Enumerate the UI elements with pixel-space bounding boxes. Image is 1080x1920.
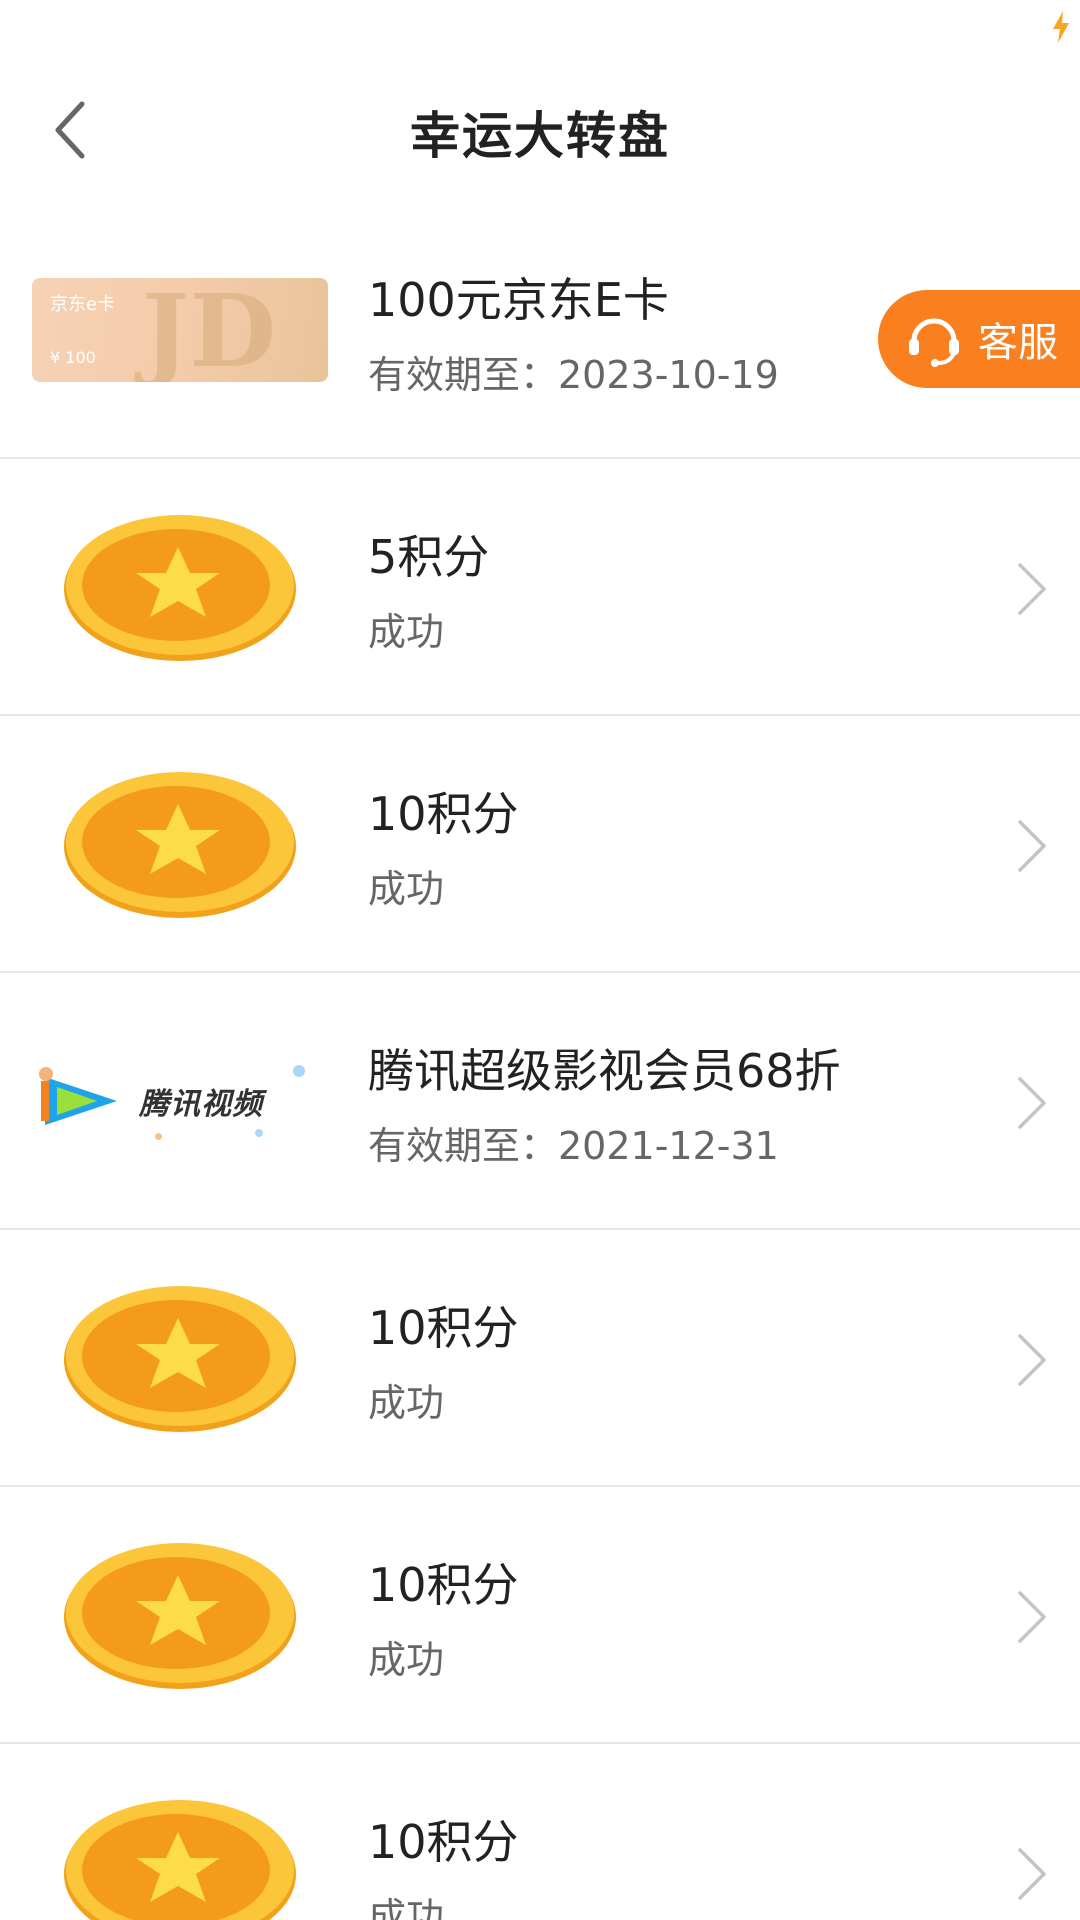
record-row[interactable]: 10积分成功 [0, 1487, 1080, 1744]
coin-icon [64, 1542, 296, 1689]
prize-status: 有效期至：2021-12-31 [368, 1124, 779, 1168]
coin-icon [64, 1285, 296, 1432]
prize-status: 成功 [368, 1381, 445, 1425]
chevron-right-icon [1018, 1334, 1046, 1386]
prize-thumbnail [30, 1250, 330, 1465]
chevron-right-icon [1018, 1591, 1046, 1643]
prize-title: 10积分 [368, 1815, 519, 1869]
headset-icon [909, 318, 959, 367]
page-title: 幸运大转盘 [410, 107, 670, 165]
prize-title: 100元京东E卡 [368, 273, 669, 327]
prize-thumbnail [30, 1507, 330, 1722]
prize-thumbnail: 腾讯视频 [30, 993, 330, 1208]
record-row[interactable]: 5积分成功 [0, 459, 1080, 716]
record-row[interactable]: 10积分成功 [0, 1744, 1080, 1920]
jd-card-label: 京东e卡 [50, 293, 116, 315]
jd-logo: JD [142, 277, 277, 382]
jd-card-price: ¥ 100 [50, 347, 96, 367]
prize-title: 10积分 [368, 787, 519, 841]
prize-thumbnail: JD 京东e卡 ¥ 100 [30, 222, 330, 437]
prize-status: 成功 [368, 1638, 445, 1682]
prize-thumbnail [30, 736, 330, 951]
status-bar [0, 0, 1080, 60]
prize-record-list: JD 京东e卡 ¥ 100 100元京东E卡有效期至：2023-10-19 5积… [0, 202, 1080, 1920]
chevron-right-icon [1018, 1077, 1046, 1129]
record-row[interactable]: 腾讯视频 腾讯超级影视会员68折有效期至：2021-12-31 [0, 973, 1080, 1230]
chevron-right-icon [1018, 820, 1046, 872]
coin-icon [64, 1799, 296, 1920]
chevron-right-icon [1018, 1848, 1046, 1900]
coin-icon [64, 514, 296, 661]
charging-icon [1053, 11, 1069, 43]
prize-title: 10积分 [368, 1558, 519, 1612]
prize-status: 成功 [368, 867, 445, 911]
nav-bar: 幸运大转盘 [0, 60, 1080, 202]
chevron-right-icon [1018, 563, 1046, 615]
customer-service-label: 客服 [978, 320, 1058, 366]
coin-icon [64, 771, 296, 918]
record-row[interactable]: 10积分成功 [0, 716, 1080, 973]
prize-status: 成功 [368, 1895, 445, 1920]
tencent-video-logo: 腾讯视频 [35, 1041, 325, 1161]
prize-status: 有效期至：2023-10-19 [368, 353, 779, 397]
tencent-video-text: 腾讯视频 [139, 1086, 263, 1122]
prize-thumbnail [30, 1764, 330, 1920]
prize-thumbnail [30, 479, 330, 694]
prize-title: 腾讯超级影视会员68折 [368, 1044, 841, 1098]
prize-title: 5积分 [368, 530, 490, 584]
record-row[interactable]: 10积分成功 [0, 1230, 1080, 1487]
prize-title: 10积分 [368, 1301, 519, 1355]
jd-e-card-image: JD 京东e卡 ¥ 100 [32, 277, 328, 382]
prize-status: 成功 [368, 610, 445, 654]
customer-service-button[interactable]: 客服 [878, 290, 1080, 388]
screen: 幸运大转盘 客服 JD 京东e卡 ¥ 100 100元京东E卡有效期至：2023… [0, 0, 1080, 1920]
